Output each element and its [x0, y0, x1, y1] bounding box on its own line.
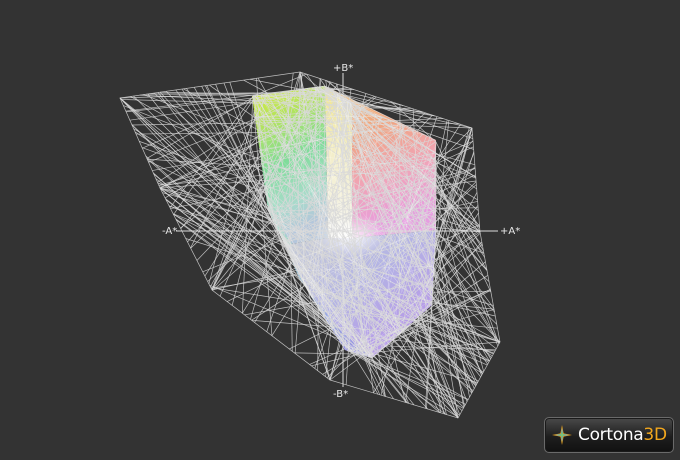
logo-accent: 3D — [643, 425, 667, 445]
logo-wordmark: Cortona3D — [578, 425, 667, 445]
logo-name: Cortona — [578, 425, 644, 445]
axis-label-b-plus: +B* — [333, 63, 353, 74]
axis-label-b-minus: -B* — [333, 389, 348, 400]
cortona3d-logo: Cortona3D — [544, 417, 674, 453]
cortona-star-icon — [552, 425, 572, 445]
axis-label-a-plus: +A* — [500, 226, 520, 237]
color-gamut-scene: +B* -B* +A* -A* — [119, 63, 520, 419]
3d-viewport[interactable]: +B* -B* +A* -A* Cortona3D — [0, 0, 680, 460]
axis-label-a-minus: -A* — [162, 226, 177, 237]
